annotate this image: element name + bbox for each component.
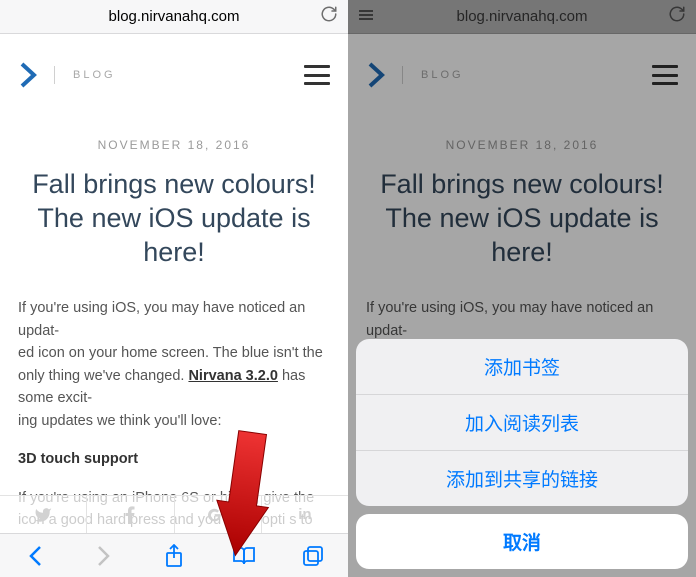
address-url: blog.nirvanahq.com xyxy=(32,8,316,25)
social-share-row: in xyxy=(0,495,348,533)
add-bookmark-button[interactable]: 添加书签 xyxy=(356,339,688,395)
nirvana-link[interactable]: Nirvana 3.2.0 xyxy=(188,368,277,384)
googleplus-icon[interactable] xyxy=(175,496,262,533)
subheading: 3D touch support xyxy=(18,448,330,470)
site-header: BLOG xyxy=(0,34,348,110)
add-reading-list-button[interactable]: 加入阅读列表 xyxy=(356,395,688,451)
twitter-icon[interactable] xyxy=(0,496,87,533)
right-screenshot: blog.nirvanahq.com BLOG NOVEMBER 18, 201… xyxy=(348,0,696,577)
post-date: NOVEMBER 18, 2016 xyxy=(366,138,678,152)
cancel-button[interactable]: 取消 xyxy=(356,514,688,569)
back-icon[interactable] xyxy=(15,545,55,567)
tabs-icon[interactable] xyxy=(293,545,333,567)
add-shared-link-button[interactable]: 添加到共享的链接 xyxy=(356,451,688,506)
hamburger-icon[interactable] xyxy=(304,65,330,85)
site-header: BLOG xyxy=(348,34,696,110)
sheet-options-group: 添加书签 加入阅读列表 添加到共享的链接 xyxy=(356,339,688,506)
address-url: blog.nirvanahq.com xyxy=(380,8,664,25)
safari-address-bar: blog.nirvanahq.com xyxy=(0,0,348,34)
linkedin-icon[interactable]: in xyxy=(262,496,348,533)
reload-icon[interactable] xyxy=(664,5,686,28)
safari-toolbar xyxy=(0,533,348,577)
site-logo-icon[interactable] xyxy=(18,60,40,90)
share-icon[interactable] xyxy=(154,544,194,568)
action-sheet: 添加书签 加入阅读列表 添加到共享的链接 取消 xyxy=(356,339,688,569)
bookmarks-icon[interactable] xyxy=(224,545,264,567)
facebook-icon[interactable] xyxy=(87,496,174,533)
forward-icon xyxy=(84,545,124,567)
left-screenshot: blog.nirvanahq.com BLOG NOVEMBER 18, 201… xyxy=(0,0,348,577)
header-divider xyxy=(54,66,55,84)
sheet-cancel-group: 取消 xyxy=(356,514,688,569)
post-date: NOVEMBER 18, 2016 xyxy=(18,138,330,152)
header-divider xyxy=(402,66,403,84)
site-logo-icon[interactable] xyxy=(366,60,388,90)
blog-label[interactable]: BLOG xyxy=(421,69,464,81)
blog-label[interactable]: BLOG xyxy=(73,69,116,81)
post-title: Fall brings new colours! The new iOS upd… xyxy=(18,168,330,269)
hamburger-icon[interactable] xyxy=(652,65,678,85)
safari-address-bar: blog.nirvanahq.com xyxy=(348,0,696,34)
post-title: Fall brings new colours! The new iOS upd… xyxy=(366,168,678,269)
reload-icon[interactable] xyxy=(316,5,338,28)
reader-icon[interactable] xyxy=(358,9,374,21)
